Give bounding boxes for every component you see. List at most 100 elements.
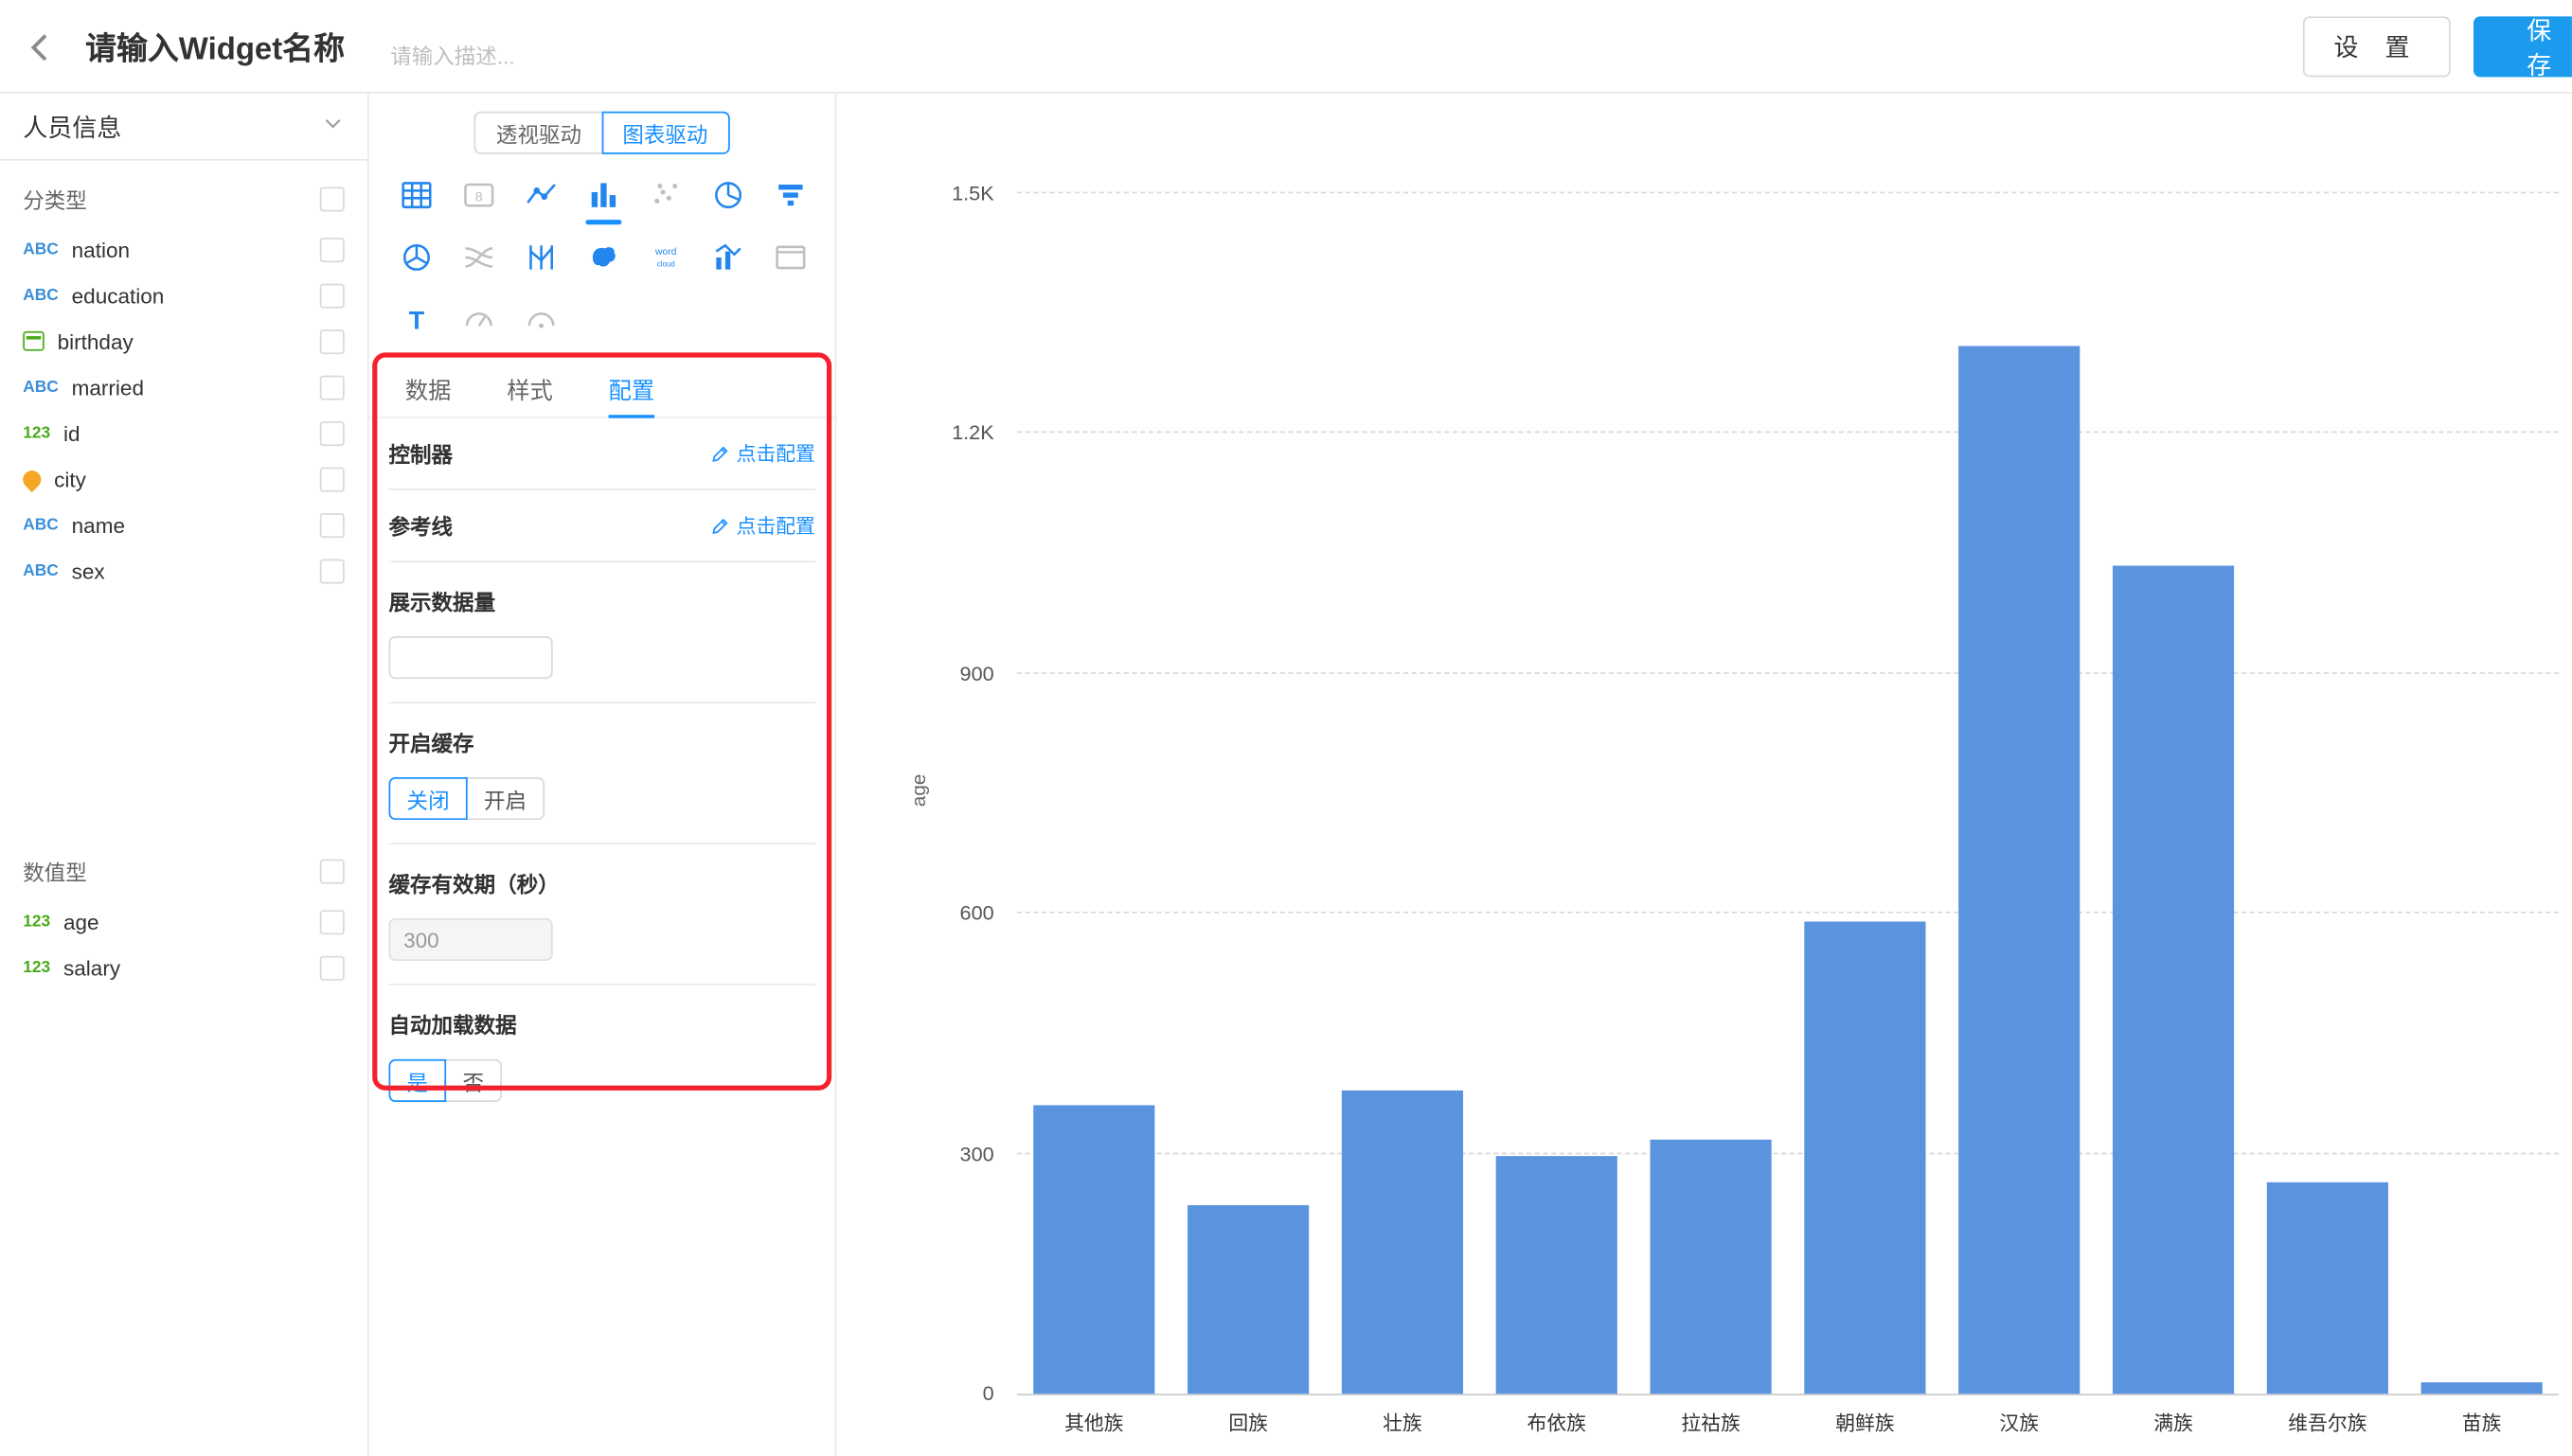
svg-text:cloud: cloud xyxy=(657,259,675,268)
pie-chart-icon xyxy=(710,177,746,213)
numeric-field-list: 123age123salary xyxy=(0,898,367,990)
chart-type-bar[interactable] xyxy=(573,164,635,226)
sankey-icon xyxy=(461,240,497,275)
field-checkbox[interactable] xyxy=(320,559,345,583)
header-actions: 设 置 保 存 xyxy=(2303,16,2572,77)
field-checkbox[interactable] xyxy=(320,955,345,980)
x-tick-label: 其他族 xyxy=(1017,1409,1171,1436)
bar-维吾尔族[interactable] xyxy=(2267,1181,2388,1394)
string-type-icon: ABC xyxy=(23,561,59,579)
field-row-age[interactable]: 123age xyxy=(0,898,367,944)
chart-type-word-cloud[interactable]: word cloud xyxy=(634,226,697,289)
controller-row: 控制器 点击配置 xyxy=(389,418,815,490)
field-checkbox[interactable] xyxy=(320,237,345,261)
display-count-input[interactable] xyxy=(389,636,553,679)
bar-chart-icon xyxy=(585,177,621,213)
mode-pivot-button[interactable]: 透视驱动 xyxy=(474,112,602,154)
svg-text:word: word xyxy=(654,247,677,257)
chart-type-line[interactable] xyxy=(510,164,573,226)
back-button[interactable] xyxy=(16,23,65,72)
autoload-no-radio[interactable]: 否 xyxy=(444,1059,502,1102)
tab-config[interactable]: 配置 xyxy=(609,364,654,417)
field-row-married[interactable]: ABCmarried xyxy=(0,364,367,410)
field-checkbox[interactable] xyxy=(320,467,345,491)
reference-configure-link[interactable]: 点击配置 xyxy=(710,511,815,539)
rose-chart-icon xyxy=(399,240,435,275)
chart-type-iframe[interactable] xyxy=(759,226,822,289)
tab-style[interactable]: 样式 xyxy=(507,364,552,417)
word-cloud-icon: word cloud xyxy=(646,240,686,275)
table-icon xyxy=(399,177,435,213)
tab-data[interactable]: 数据 xyxy=(405,364,451,417)
bar-布依族[interactable] xyxy=(1496,1155,1617,1394)
controller-configure-link[interactable]: 点击配置 xyxy=(710,439,815,467)
bar-回族[interactable] xyxy=(1188,1206,1309,1394)
bar-满族[interactable] xyxy=(2113,565,2234,1394)
bar-chart-plot: 03006009001.2K1.5K其他族回族壮族布依族拉祜族朝鲜族汉族满族维吾… xyxy=(1017,195,2559,1395)
field-row-id[interactable]: 123id xyxy=(0,410,367,455)
dial-icon xyxy=(524,302,560,338)
field-checkbox[interactable] xyxy=(320,909,345,933)
widget-name-input[interactable]: 请输入Widget名称 xyxy=(85,25,345,69)
chart-type-gauge[interactable] xyxy=(448,289,510,351)
text-icon: T xyxy=(399,302,435,338)
view-name: 人员信息 xyxy=(23,109,121,143)
x-tick-label: 拉祜族 xyxy=(1634,1409,1788,1436)
chart-type-rose[interactable] xyxy=(385,226,448,289)
field-row-name[interactable]: ABCname xyxy=(0,502,367,547)
bar-汉族[interactable] xyxy=(1958,346,2080,1394)
chart-type-dial[interactable] xyxy=(510,289,573,351)
parallel-icon xyxy=(524,240,560,275)
view-header[interactable]: 人员信息 xyxy=(0,94,367,161)
bar-壮族[interactable] xyxy=(1342,1090,1463,1394)
y-tick-label: 300 xyxy=(899,1141,993,1167)
bar-其他族[interactable] xyxy=(1033,1106,1154,1394)
string-type-icon: ABC xyxy=(23,378,59,396)
chart-type-china-map[interactable] xyxy=(573,226,635,289)
y-tick-label: 1.2K xyxy=(899,420,993,447)
field-row-city[interactable]: city xyxy=(0,456,367,502)
chart-type-funnel[interactable] xyxy=(759,164,822,226)
save-button[interactable]: 保 存 xyxy=(2474,16,2572,77)
chart-type-scatter[interactable] xyxy=(634,164,697,226)
mode-chart-button[interactable]: 图表驱动 xyxy=(601,112,729,154)
bar-朝鲜族[interactable] xyxy=(1804,922,1925,1394)
section-select-all-checkbox[interactable] xyxy=(320,859,345,883)
field-checkbox[interactable] xyxy=(320,512,345,537)
chart-type-grid: 8 word cloud T xyxy=(385,164,822,350)
field-checkbox[interactable] xyxy=(320,420,345,445)
chart-type-rich-text[interactable]: T xyxy=(385,289,448,351)
field-row-salary[interactable]: 123salary xyxy=(0,945,367,990)
gridline xyxy=(1017,672,2559,674)
location-icon xyxy=(19,466,45,491)
section-select-all-checkbox[interactable] xyxy=(320,186,345,211)
chart-type-scorecard[interactable]: 8 xyxy=(448,164,510,226)
cache-on-radio[interactable]: 开启 xyxy=(466,777,545,820)
field-checkbox[interactable] xyxy=(320,283,345,308)
bar-拉祜族[interactable] xyxy=(1650,1140,1771,1394)
chart-type-pie[interactable] xyxy=(697,164,759,226)
settings-button[interactable]: 设 置 xyxy=(2303,16,2451,77)
x-tick-label: 汉族 xyxy=(1942,1409,2097,1436)
field-row-education[interactable]: ABCeducation xyxy=(0,273,367,318)
chart-type-parallel[interactable] xyxy=(510,226,573,289)
field-name: name xyxy=(72,512,125,537)
chart-type-table[interactable] xyxy=(385,164,448,226)
cache-expire-input[interactable] xyxy=(389,918,553,961)
chart-type-combo[interactable] xyxy=(697,226,759,289)
funnel-icon xyxy=(773,177,809,213)
chart-type-sankey[interactable] xyxy=(448,226,510,289)
field-row-sex[interactable]: ABCsex xyxy=(0,548,367,594)
cache-radio-group: 关闭 开启 xyxy=(389,777,545,820)
field-row-birthday[interactable]: birthday xyxy=(0,318,367,364)
description-input[interactable]: 请输入描述... xyxy=(390,40,514,71)
field-checkbox[interactable] xyxy=(320,375,345,400)
bar-苗族[interactable] xyxy=(2421,1382,2543,1394)
pencil-icon xyxy=(710,516,730,536)
autoload-yes-radio[interactable]: 是 xyxy=(389,1059,447,1102)
field-row-nation[interactable]: ABCnation xyxy=(0,226,367,272)
x-tick-label: 壮族 xyxy=(1326,1409,1480,1436)
cache-off-radio[interactable]: 关闭 xyxy=(389,777,468,820)
field-checkbox[interactable] xyxy=(320,328,345,353)
y-tick-label: 900 xyxy=(899,661,993,687)
